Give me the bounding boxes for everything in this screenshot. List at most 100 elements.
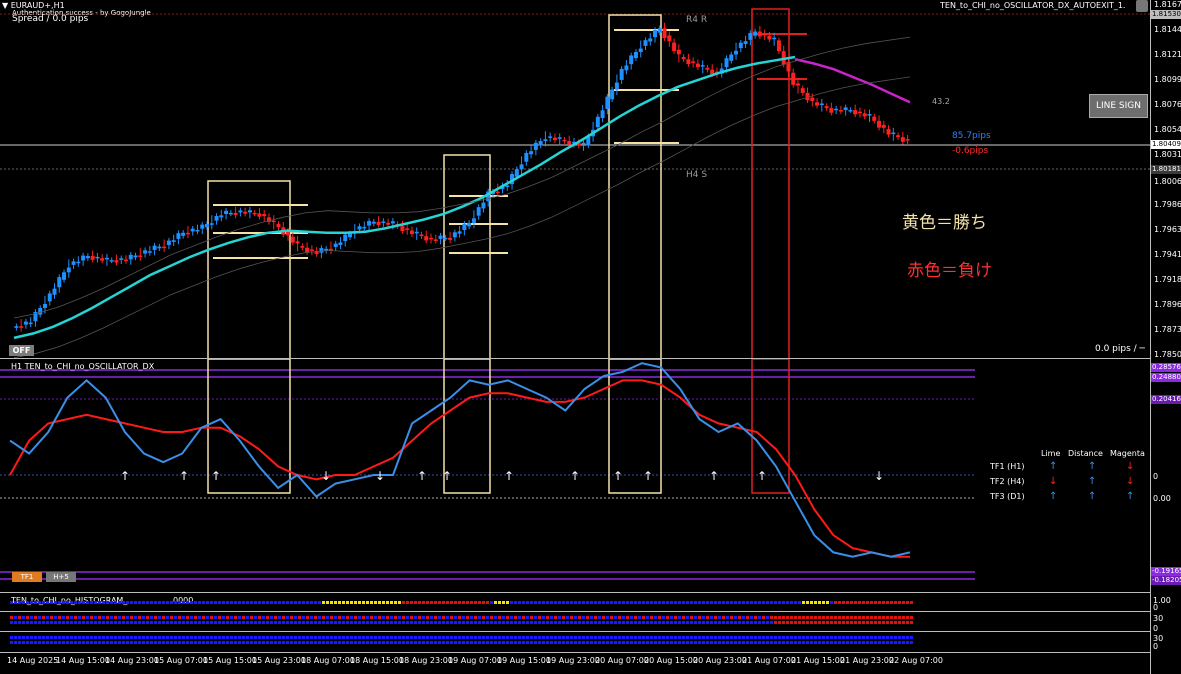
histogram-dot [130, 601, 133, 604]
price-label: 1.80765 [1154, 100, 1181, 110]
main-chart[interactable] [0, 0, 1150, 358]
histogram-dot [550, 616, 553, 619]
osc-blue-line [9, 362, 911, 558]
histogram-dot [894, 616, 897, 619]
histogram-dot [270, 636, 273, 639]
histogram-dot [594, 636, 597, 639]
histogram-dot [50, 636, 53, 639]
histogram-dot [122, 621, 125, 624]
tf-row-label: TF2 (H4) [990, 477, 1025, 486]
h-button[interactable]: H+5 [46, 572, 76, 582]
histogram-dot [378, 601, 381, 604]
candle-body [238, 210, 243, 213]
histogram-dot [718, 621, 721, 624]
line-sign-button[interactable]: LINE SIGN [1089, 94, 1148, 118]
histogram-dot [306, 601, 309, 604]
histogram-dot [110, 601, 113, 604]
histogram-dot [318, 621, 321, 624]
histogram-dot [674, 641, 677, 644]
histogram-dot [550, 641, 553, 644]
histogram-dot [798, 636, 801, 639]
candle-body [185, 232, 190, 235]
histogram-dot [438, 641, 441, 644]
histogram-dot [610, 616, 613, 619]
histogram-dot [162, 636, 165, 639]
histogram-dot [402, 641, 405, 644]
trade-box [443, 154, 491, 358]
histogram-dot [662, 616, 665, 619]
off-button[interactable]: OFF [9, 345, 34, 356]
histogram-dot [558, 621, 561, 624]
candle-body [47, 293, 52, 302]
histogram-dot [430, 621, 433, 624]
histogram-dot [262, 636, 265, 639]
histogram-dot [90, 616, 93, 619]
histogram-dot [442, 616, 445, 619]
histogram-dot [10, 636, 13, 639]
osc-tag-5: -0.18205 [1151, 576, 1181, 585]
histogram-dot [282, 636, 285, 639]
histogram-dot [286, 636, 289, 639]
candle-body [190, 228, 195, 232]
histogram-dot [438, 601, 441, 604]
histogram-dot [126, 636, 129, 639]
histogram-dot [398, 636, 401, 639]
histogram-dot [462, 621, 465, 624]
histogram-dot [122, 616, 125, 619]
candle-body [867, 114, 872, 116]
histogram-dot [826, 621, 829, 624]
histogram-dot [490, 621, 493, 624]
histogram-dot [214, 621, 217, 624]
histogram-dot [570, 616, 573, 619]
histogram-dot [142, 636, 145, 639]
price-axis: 1.81670 1.81440 1.81215 1.80990 1.80765 1.805… [1150, 0, 1181, 359]
candle-body [548, 136, 553, 138]
histogram-dot [630, 601, 633, 604]
histogram-dot [402, 601, 405, 604]
histogram-dot [394, 601, 397, 604]
histogram-dot [898, 601, 901, 604]
histogram-dot [246, 621, 249, 624]
oscillator-chart[interactable]: ↑ ↑ ↑ ↓ ↓ ↑ ↑ ↑ ↑ ↑ ↑ ↑ ↑ ↓ [0, 359, 1150, 592]
histogram-dot [666, 616, 669, 619]
histogram-dot [606, 641, 609, 644]
panel-separator-5 [0, 652, 1150, 653]
histogram-dot [150, 621, 153, 624]
histogram-dot [386, 641, 389, 644]
histogram-dot [754, 636, 757, 639]
histogram-dot [598, 616, 601, 619]
histogram-dot [478, 621, 481, 624]
histogram-dot [430, 616, 433, 619]
histogram-dot [870, 641, 873, 644]
histogram-dot [702, 636, 705, 639]
tf-header-magenta: Magenta [1110, 449, 1145, 458]
histogram-dot [654, 616, 657, 619]
candle-body [471, 218, 476, 223]
histogram-dot [322, 601, 325, 604]
histogram-dot [126, 621, 129, 624]
histogram-dot [414, 616, 417, 619]
histogram-dot [206, 641, 209, 644]
histogram-dot [190, 641, 193, 644]
histogram-dot [734, 601, 737, 604]
histogram-dot [854, 601, 857, 604]
tf-button[interactable]: TF1 [12, 572, 42, 582]
histogram-dot [478, 616, 481, 619]
price-label: 1.80540 [1154, 124, 1181, 134]
histogram-dot [906, 621, 909, 624]
candle-body [481, 202, 486, 209]
histogram-dot [722, 601, 725, 604]
histogram-dot-rows [10, 601, 913, 644]
histogram-dot [106, 621, 109, 624]
histogram-dot [638, 621, 641, 624]
histogram-dot [278, 621, 281, 624]
histogram-dot [362, 641, 365, 644]
candle-body [896, 135, 901, 138]
candle-body [362, 226, 367, 229]
histogram-dot [790, 641, 793, 644]
histogram-dot [642, 636, 645, 639]
histogram-dot [526, 621, 529, 624]
histogram-dot [818, 621, 821, 624]
histogram-dot [378, 641, 381, 644]
histogram-dot [786, 636, 789, 639]
